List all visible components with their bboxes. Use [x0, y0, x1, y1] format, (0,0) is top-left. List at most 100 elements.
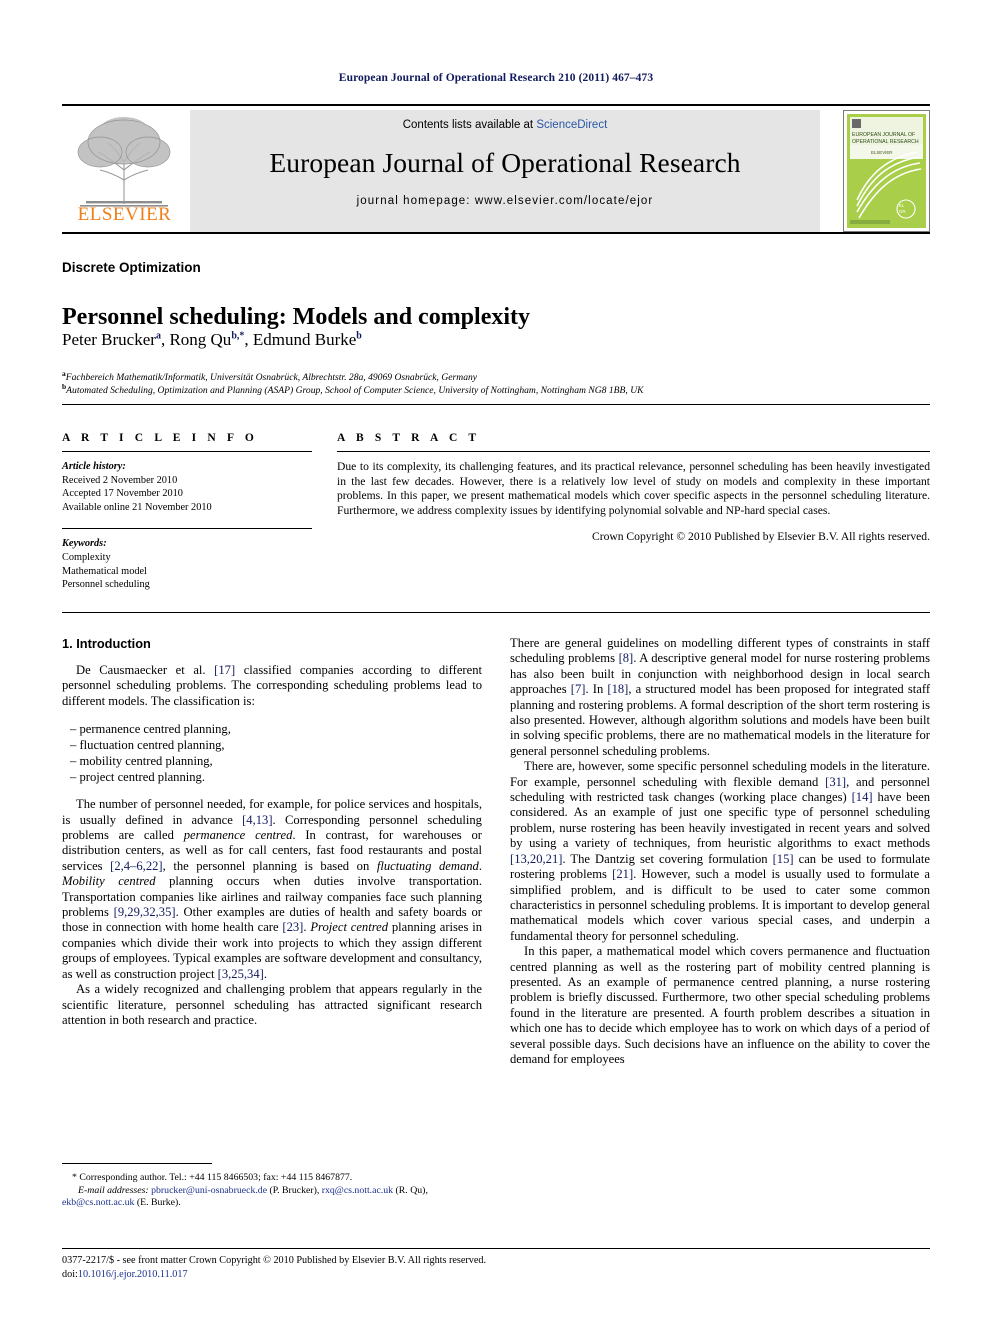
section-flag: Discrete Optimization — [62, 260, 201, 275]
citation-ref[interactable]: [4,13] — [242, 813, 272, 827]
citation-ref[interactable]: [7] — [571, 682, 586, 696]
journal-homepage-link[interactable]: journal homepage: www.elsevier.com/locat… — [190, 195, 820, 207]
emphasis-text: Project centred — [310, 920, 389, 935]
paragraph-specific-models: There are, however, some specific person… — [510, 759, 930, 944]
email-addresses-label: E-mail addresses: — [78, 1184, 152, 1196]
intro-text-a: De Causmaecker et al. — [76, 663, 215, 677]
citation-ref[interactable]: [18] — [607, 682, 628, 696]
email-addresses-line: E-mail addresses: pbrucker@uni-osnabruec… — [62, 1185, 482, 1210]
list-item: permanence centred planning, — [70, 721, 482, 737]
journal-masthead: ELSEVIER Contents lists available at Sci… — [62, 104, 930, 234]
footnote-divider — [62, 1163, 212, 1164]
article-info-rule — [62, 451, 312, 452]
abstract-column: A B S T R A C T Due to its complexity, i… — [337, 432, 930, 543]
divider-under-title — [62, 404, 930, 405]
divider-under-abstract — [62, 612, 930, 613]
paragraph-intro-1: De Causmaecker et al. [17] classified co… — [62, 663, 482, 709]
doi-value[interactable]: 10.1016/j.ejor.2010.11.017 — [78, 1269, 188, 1280]
email-link[interactable]: ekb@cs.nott.ac.uk — [62, 1197, 134, 1208]
abstract-rule — [337, 451, 930, 452]
citation-ref[interactable]: [2,4–6,22] — [110, 859, 162, 873]
journal-title: European Journal of Operational Research — [269, 147, 741, 178]
author-affiliation-mark: a — [155, 330, 161, 342]
citation-ref[interactable]: [9,29,32,35] — [114, 905, 176, 919]
corresponding-author-note: * Corresponding author. Tel.: +44 115 84… — [72, 1172, 353, 1183]
body-column-left: 1. Introduction De Causmaecker et al. [1… — [62, 636, 482, 1028]
emphasis-text: Mobility centred — [62, 874, 156, 889]
citation-ref[interactable]: [21] — [612, 867, 633, 881]
section-heading-introduction: 1. Introduction — [62, 636, 151, 651]
abstract-copyright: Crown Copyright © 2010 Published by Else… — [591, 530, 930, 544]
email-person: (R. Qu), — [393, 1184, 428, 1196]
paragraph-guidelines: There are general guidelines on modellin… — [510, 636, 930, 759]
doi-label: doi: — [62, 1268, 78, 1280]
author-list: Peter Bruckera, Rong Qub,*, Edmund Burke… — [62, 330, 362, 349]
author-affiliation-mark: b,* — [231, 330, 245, 342]
keyword-item: Complexity — [62, 551, 111, 563]
email-person: (P. Brucker), — [267, 1184, 322, 1196]
body-text: , the personnel planning is based on — [162, 858, 377, 873]
paragraph-research-attention: As a widely recognized and challenging p… — [62, 982, 482, 1027]
emphasis-text: fluctuating demand — [376, 858, 479, 873]
footnote-block: * Corresponding author. Tel.: +44 115 84… — [62, 1172, 482, 1210]
history-received: Received 2 November 2010 — [62, 474, 178, 486]
keyword-item: Mathematical model — [62, 565, 147, 577]
doi-line: doi:10.1016/j.ejor.2010.11.017 — [62, 1268, 930, 1282]
keywords-rule — [62, 528, 312, 530]
citation-ref[interactable]: [8] — [619, 651, 634, 665]
footer-divider — [62, 1248, 930, 1249]
running-head: European Journal of Operational Research… — [338, 72, 654, 84]
citation-ref[interactable]: [17] — [214, 663, 235, 677]
author-name: Edmund Burke — [252, 330, 357, 349]
body-text: . In — [585, 682, 608, 697]
citation-ref[interactable]: [15] — [773, 852, 794, 866]
classification-list: permanence centred planning, fluctuation… — [62, 721, 482, 785]
list-item: project centred planning. — [70, 769, 482, 785]
sciencedirect-link[interactable]: ScienceDirect — [536, 119, 607, 131]
svg-text:EUROPEAN JOURNAL OF: EUROPEAN JOURNAL OF — [852, 132, 915, 138]
citation-ref[interactable]: [3,25,34] — [218, 967, 264, 981]
citation-ref[interactable]: [23] — [282, 920, 303, 934]
affiliation-b: bAutomated Scheduling, Optimization and … — [62, 382, 882, 396]
affiliation-text: Automated Scheduling, Optimization and P… — [66, 385, 644, 397]
imprint-block: 0377-2217/$ - see front matter Crown Cop… — [62, 1254, 930, 1281]
article-history-label: Article history: — [62, 461, 126, 472]
list-item: mobility centred planning, — [70, 753, 482, 769]
email-person: (E. Burke). — [134, 1197, 181, 1209]
citation-ref[interactable]: [13,20,21] — [510, 852, 562, 866]
article-page: European Journal of Operational Research… — [0, 0, 992, 1323]
list-item: fluctuation centred planning, — [70, 737, 482, 753]
svg-text:OPERATIONAL RESEARCH: OPERATIONAL RESEARCH — [852, 139, 919, 145]
front-matter-line: 0377-2217/$ - see front matter Crown Cop… — [62, 1255, 487, 1266]
body-text: . The Dantzig set covering formulation — [562, 851, 773, 866]
contents-prefix-text: Contents lists available at — [402, 119, 537, 131]
keywords-group: Keywords: Complexity Mathematical model … — [62, 537, 312, 591]
article-info-heading: A R T I C L E I N F O — [62, 432, 258, 444]
contents-available-line: Contents lists available at ScienceDirec… — [190, 119, 820, 131]
abstract-text: Due to its complexity, its challenging f… — [337, 460, 930, 517]
keyword-item: Personnel scheduling — [62, 579, 150, 591]
page-title: Personnel scheduling: Models and complex… — [62, 304, 531, 331]
body-text: . — [478, 858, 482, 873]
journal-cover-thumbnail: EUROPEAN JOURNAL OF OPERATIONAL RESEARCH… — [843, 110, 930, 232]
email-link[interactable]: rxq@cs.nott.ac.uk — [322, 1185, 393, 1196]
svg-text:OR: OR — [899, 209, 906, 214]
citation-ref[interactable]: [14] — [852, 790, 873, 804]
body-column-right: There are general guidelines on modellin… — [510, 636, 930, 1067]
svg-text:ELSEVIER: ELSEVIER — [871, 150, 892, 155]
paragraph-personnel-types: The number of personnel needed, for exam… — [62, 797, 482, 982]
author-name: Rong Qu — [169, 330, 232, 349]
history-accepted: Accepted 17 November 2010 — [62, 488, 183, 500]
emphasis-text: permanence centred — [183, 828, 293, 843]
email-link[interactable]: pbrucker@uni-osnabrueck.de — [151, 1185, 267, 1196]
body-text: . — [263, 966, 267, 981]
author-affiliation-mark: b — [356, 330, 362, 342]
paragraph-this-paper: In this paper, a mathematical model whic… — [510, 944, 930, 1066]
abstract-heading: A B S T R A C T — [337, 432, 481, 444]
citation-ref[interactable]: [31] — [825, 775, 846, 789]
contents-band: Contents lists available at ScienceDirec… — [190, 110, 820, 232]
article-history-group: Article history: Received 2 November 201… — [62, 460, 312, 514]
svg-text:EL: EL — [899, 203, 905, 208]
elsevier-wordmark: ELSEVIER — [77, 204, 172, 225]
history-online: Available online 21 November 2010 — [62, 501, 212, 513]
